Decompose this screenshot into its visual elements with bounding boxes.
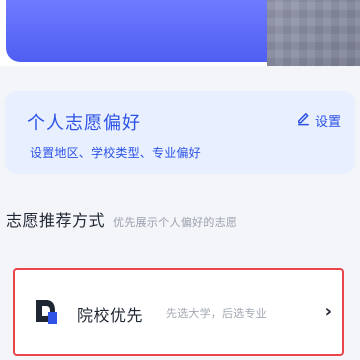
pencil-icon bbox=[296, 111, 311, 130]
chevron-right-icon: › bbox=[324, 301, 332, 322]
school-icon bbox=[33, 297, 58, 325]
settings-button[interactable]: 设置 bbox=[296, 111, 341, 130]
top-banner bbox=[0, 0, 360, 66]
preferences-subtitle: 设置地区、学校类型、专业偏好 bbox=[30, 146, 201, 160]
school-first-option[interactable]: 院校优先 先选大学，后选专业 › bbox=[13, 268, 344, 356]
section-title: 志愿推荐方式 bbox=[6, 211, 106, 230]
recommendation-section-header: 志愿推荐方式 优先展示个人偏好的志愿 bbox=[6, 207, 237, 231]
section-hint: 优先展示个人偏好的志愿 bbox=[113, 216, 238, 229]
settings-label: 设置 bbox=[314, 115, 341, 130]
banner-blue-block bbox=[6, 0, 274, 62]
option-description: 先选大学，后选专业 bbox=[166, 307, 267, 320]
banner-photo bbox=[267, 0, 360, 66]
preferences-title: 个人志愿偏好 bbox=[27, 113, 141, 134]
preferences-card[interactable]: 个人志愿偏好 设置地区、学校类型、专业偏好 设置 bbox=[5, 91, 355, 174]
option-title: 院校优先 bbox=[77, 306, 144, 325]
